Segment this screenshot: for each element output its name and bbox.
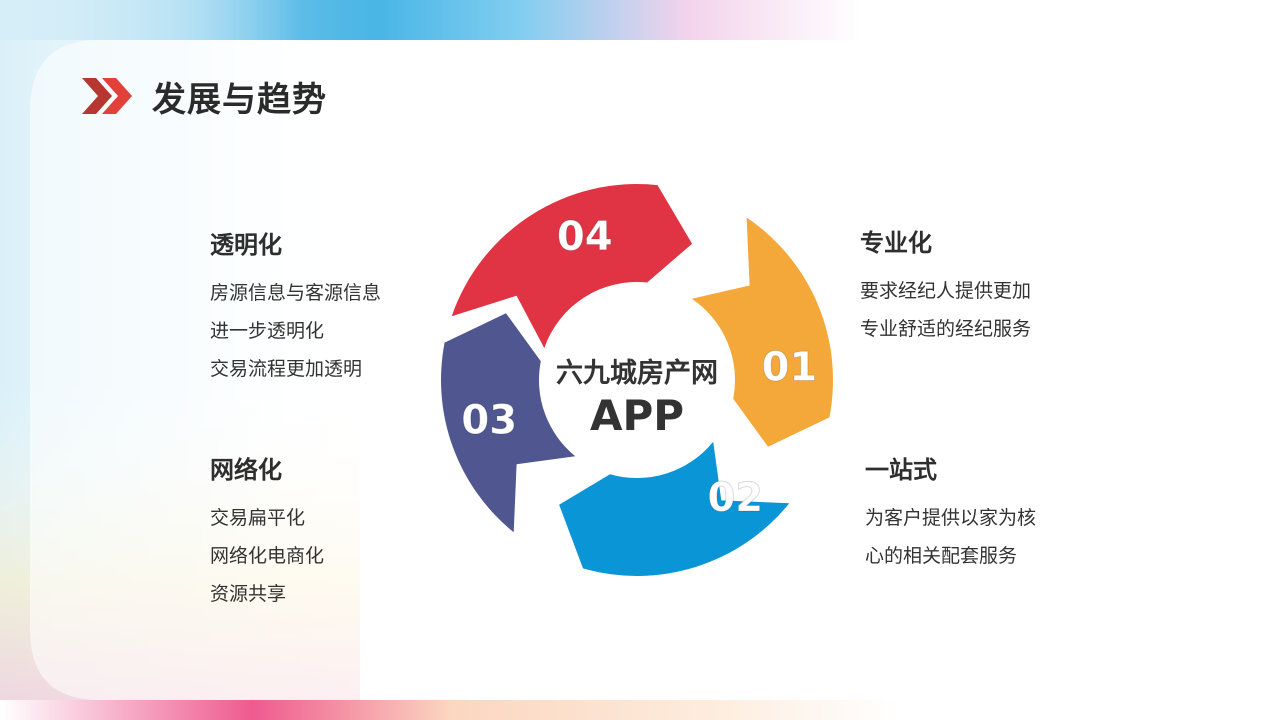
item-network: 网络化 交易扁平化 网络化电商化 资源共享 (210, 450, 324, 613)
center-subtitle: APP (590, 391, 684, 440)
item-onestop-line: 心的相关配套服务 (865, 545, 1018, 567)
item-professional: 专业化 要求经纪人提供更加 专业舒适的经纪服务 (860, 223, 1031, 348)
segment-number-04: 04 (557, 214, 613, 260)
item-network-title: 网络化 (210, 456, 282, 484)
item-transparent: 透明化 房源信息与客源信息 进一步透明化 交易流程更加透明 (210, 225, 381, 388)
item-transparent-title: 透明化 (210, 231, 282, 259)
segment-number-02: 02 (707, 475, 763, 521)
center-title: 六九城房产网 (556, 358, 718, 389)
item-onestop-line: 为客户提供以家为核 (865, 507, 1037, 529)
item-professional-title: 专业化 (860, 229, 932, 257)
item-onestop-title: 一站式 (865, 456, 937, 484)
item-transparent-line: 房源信息与客源信息 (210, 282, 382, 304)
cycle-diagram: 六九城房产网 APP 01 02 03 04 (441, 184, 834, 576)
item-professional-line: 要求经纪人提供更加 (860, 280, 1032, 302)
item-onestop: 一站式 为客户提供以家为核 心的相关配套服务 (865, 450, 1036, 575)
segment-number-01: 01 (762, 345, 818, 391)
item-network-line: 交易扁平化 (210, 507, 306, 529)
segment-number-03: 03 (461, 398, 517, 444)
item-network-line: 网络化电商化 (210, 545, 325, 567)
item-transparent-line: 进一步透明化 (210, 320, 325, 342)
item-network-line: 资源共享 (210, 583, 287, 605)
item-transparent-line: 交易流程更加透明 (210, 358, 363, 380)
item-professional-line: 专业舒适的经纪服务 (860, 318, 1032, 340)
